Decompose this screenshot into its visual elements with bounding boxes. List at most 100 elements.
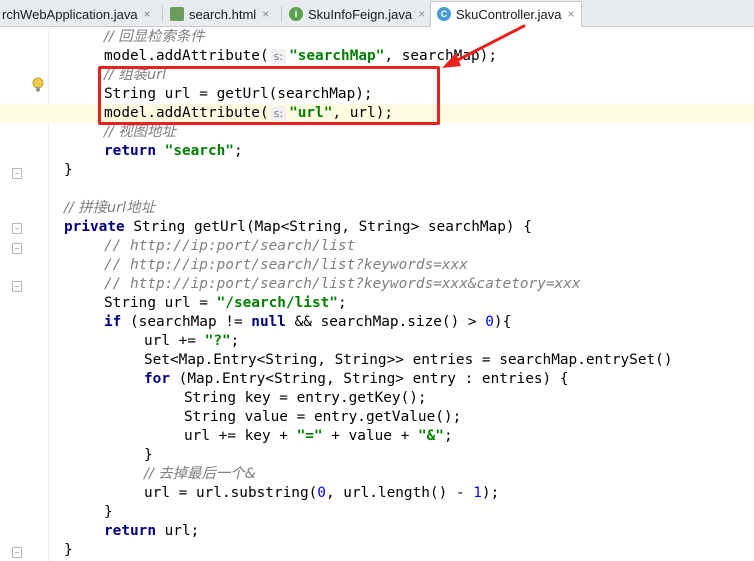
code-line: } xyxy=(0,161,754,180)
code-text: ){ xyxy=(493,314,512,330)
code-comment: // 拼接url地址 xyxy=(64,200,155,216)
code-line: // http://ip:port/search/list?keywords=x… xyxy=(0,256,754,275)
fold-end-marker[interactable] xyxy=(12,547,22,558)
code-string: "=" xyxy=(296,428,323,444)
tab-label: rchWebApplication.java xyxy=(2,6,138,22)
editor-tab-bar: rchWebApplication.java × search.html × I… xyxy=(0,0,754,27)
code-comment: // 视图地址 xyxy=(104,124,176,140)
close-icon[interactable]: × xyxy=(262,7,269,21)
tab-sku-controller[interactable]: C SkuController.java × xyxy=(430,1,582,27)
code-keyword: return xyxy=(104,143,156,159)
code-line: model.addAttribute(s: "searchMap", search… xyxy=(0,47,754,66)
code-line: return "search"; xyxy=(0,142,754,161)
fold-start-marker[interactable] xyxy=(12,223,22,234)
code-line: } xyxy=(0,503,754,522)
code-number: 0 xyxy=(485,314,494,330)
code-line: // 回显检索条件 xyxy=(0,28,754,47)
tab-search-web-application[interactable]: rchWebApplication.java × xyxy=(0,2,157,26)
code-number: 0 xyxy=(317,485,326,501)
fold-end-marker[interactable] xyxy=(12,168,22,179)
code-line: private String getUrl(Map<String, String… xyxy=(0,218,754,237)
html-file-icon xyxy=(170,7,184,21)
code-string: "?" xyxy=(204,333,231,349)
code-comment: // http://ip:port/search/list xyxy=(104,238,356,254)
code-string: "&" xyxy=(417,428,444,444)
close-icon[interactable]: × xyxy=(568,7,575,21)
code-string: "search" xyxy=(164,143,234,159)
code-line: // http://ip:port/search/list?keywords=x… xyxy=(0,275,754,294)
fold-end-marker[interactable] xyxy=(12,281,22,292)
lightbulb-icon[interactable] xyxy=(31,77,45,93)
code-text: url += key + xyxy=(184,428,297,444)
code-text: , searchMap); xyxy=(384,48,498,64)
code-text: model.addAttribute( xyxy=(104,105,269,121)
code-text: + value + xyxy=(322,428,418,444)
tab-label: SkuController.java xyxy=(456,6,562,22)
code-string: "/search/list" xyxy=(216,295,338,311)
tab-divider xyxy=(162,6,163,22)
code-comment: // http://ip:port/search/list?keywords=x… xyxy=(104,276,581,292)
code-line: // http://ip:port/search/list xyxy=(0,237,754,256)
code-keyword: null xyxy=(251,314,286,330)
code-line: url += "?"; xyxy=(0,332,754,351)
code-text: } xyxy=(64,162,73,178)
code-text: (searchMap != xyxy=(121,314,252,330)
code-comment: // 去掉最后一个& xyxy=(144,466,256,482)
code-line: // 去掉最后一个& xyxy=(0,465,754,484)
code-text: String value = entry.getValue(); xyxy=(184,409,462,425)
code-line: String url = "/search/list"; xyxy=(0,294,754,313)
code-line: url = url.substring(0, url.length() - 1)… xyxy=(0,484,754,503)
code-text: (Map.Entry<String, String> entry : entri… xyxy=(170,371,569,387)
code-text: } xyxy=(64,542,73,558)
class-icon: C xyxy=(437,7,451,21)
code-text: String getUrl(Map<String, String> search… xyxy=(124,219,532,235)
code-string: "searchMap" xyxy=(289,48,385,64)
code-text: && searchMap.size() > xyxy=(285,314,486,330)
code-line: } xyxy=(0,541,754,560)
code-keyword: for xyxy=(144,371,170,387)
code-text: String key = entry.getKey(); xyxy=(184,390,427,406)
code-line: // 拼接url地址 xyxy=(0,199,754,218)
code-text: ; xyxy=(337,295,347,311)
code-line: if (searchMap != null && searchMap.size(… xyxy=(0,313,754,332)
code-line: // 组装url xyxy=(0,66,754,85)
close-icon[interactable]: × xyxy=(418,7,425,21)
code-text: ; xyxy=(233,143,243,159)
code-text: Set<Map.Entry<String, String>> entries =… xyxy=(144,352,673,368)
tab-divider xyxy=(281,6,282,22)
tab-label: search.html xyxy=(189,6,257,22)
code-line: String key = entry.getKey(); xyxy=(0,389,754,408)
code-comment: // 回显检索条件 xyxy=(104,29,205,45)
fold-start-marker[interactable] xyxy=(12,243,22,254)
code-text: url = url.substring( xyxy=(144,485,318,501)
code-text: String url = getUrl(searchMap); xyxy=(104,86,373,102)
code-line: // 视图地址 xyxy=(0,123,754,142)
code-text: } xyxy=(144,447,153,463)
code-keyword: return xyxy=(104,523,156,539)
code-line: String url = getUrl(searchMap); xyxy=(0,85,754,104)
code-comment: // 组装url xyxy=(104,67,167,83)
code-line: String value = entry.getValue(); xyxy=(0,408,754,427)
code-string: "url" xyxy=(289,105,333,121)
interface-icon: I xyxy=(289,7,303,21)
code-text: url; xyxy=(155,523,200,539)
code-number: 1 xyxy=(473,485,482,501)
code-text: String url = xyxy=(104,295,217,311)
code-text: , url); xyxy=(332,105,394,121)
close-icon[interactable]: × xyxy=(144,7,151,21)
tab-search-html[interactable]: search.html × xyxy=(164,2,275,26)
tab-sku-info-feign[interactable]: I SkuInfoFeign.java × xyxy=(283,2,431,26)
code-line: } xyxy=(0,446,754,465)
code-line: url += key + "=" + value + "&"; xyxy=(0,427,754,446)
code-text: ); xyxy=(481,485,500,501)
code-text: } xyxy=(104,504,113,520)
code-text: ; xyxy=(230,333,240,349)
code-keyword: private xyxy=(64,219,125,235)
code-comment: // http://ip:port/search/list?keywords=x… xyxy=(104,257,468,273)
code-keyword: if xyxy=(104,314,122,330)
code-editor[interactable]: // 回显检索条件 model.addAttribute(s: "searchMa… xyxy=(0,28,754,561)
code-line: return url; xyxy=(0,522,754,541)
code-line: Set<Map.Entry<String, String>> entries =… xyxy=(0,351,754,370)
parameter-hint: s: xyxy=(270,49,287,64)
